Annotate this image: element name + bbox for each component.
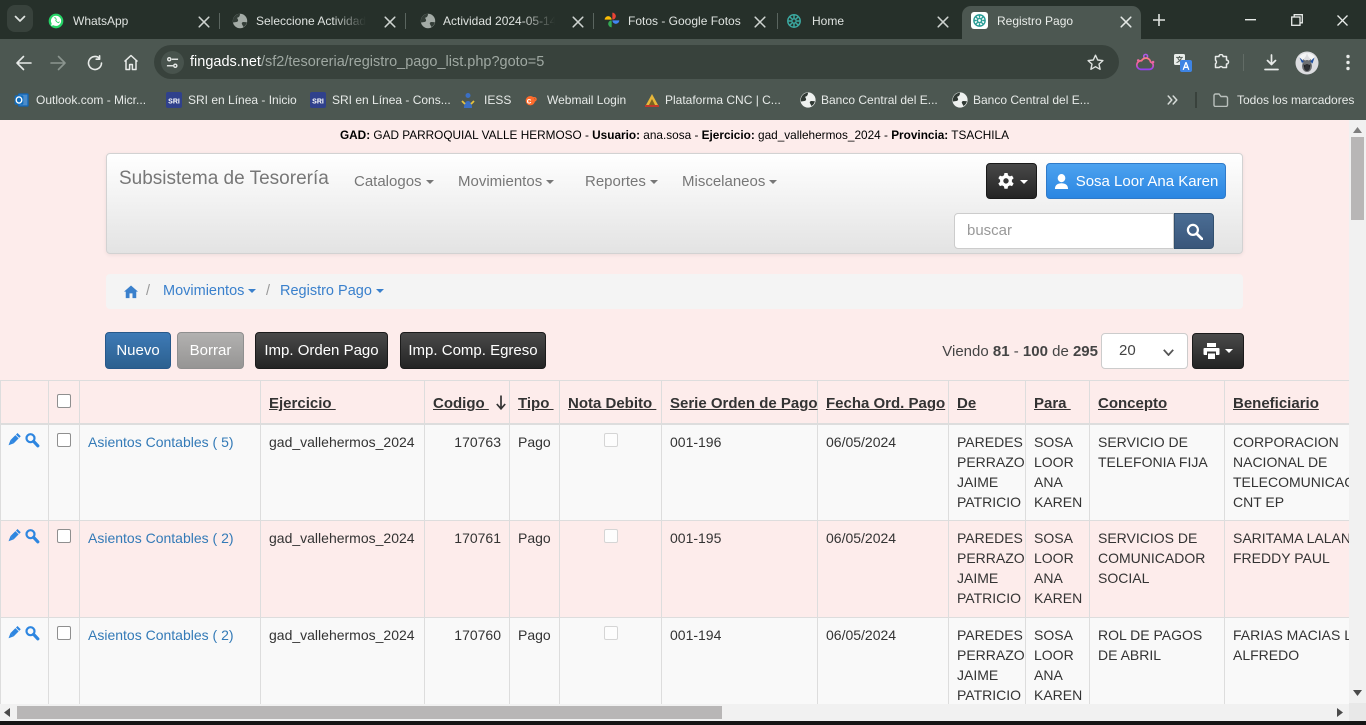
svg-text:SRI: SRI xyxy=(168,99,180,106)
svg-text:SRI: SRI xyxy=(312,99,324,106)
svg-text:c: c xyxy=(527,95,532,105)
